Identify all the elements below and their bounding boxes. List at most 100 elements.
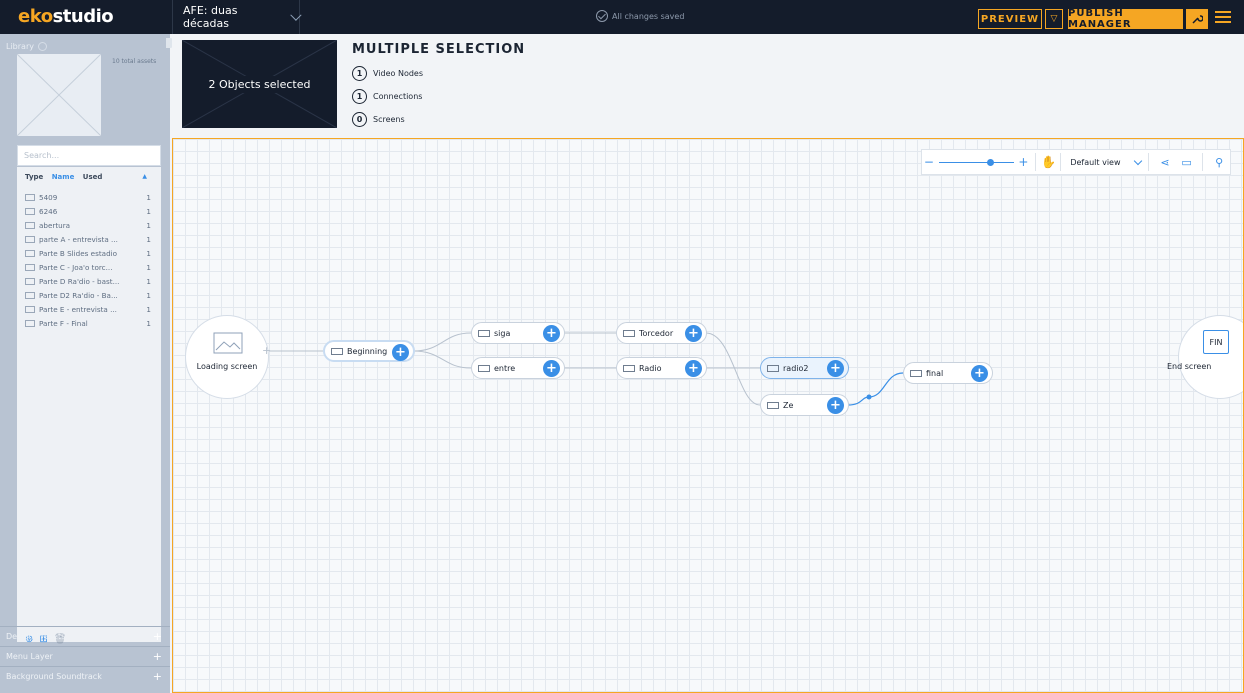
video-icon xyxy=(478,329,490,337)
expand-plus-icon[interactable]: + xyxy=(153,650,162,663)
add-branch-icon[interactable]: ⋖ xyxy=(1154,153,1176,171)
node-ze[interactable]: Ze + xyxy=(760,394,849,416)
asset-list-header: Type Name Used ▲ xyxy=(25,173,153,181)
asset-item[interactable]: 6246 1 xyxy=(25,205,153,217)
video-icon xyxy=(623,364,635,372)
end-screen-label: End screen xyxy=(1167,362,1212,371)
check-circle-icon xyxy=(596,10,608,22)
selection-count-text: 2 Objects selected xyxy=(204,75,315,93)
background-soundtrack-section[interactable]: Background Soundtrack + xyxy=(0,666,170,686)
selection-thumbnail: 2 Objects selected xyxy=(182,40,337,128)
node-siga[interactable]: siga + xyxy=(471,322,565,344)
story-graph-canvas[interactable]: − + ✋ Default view ⋖ ▭ ⚲ Loading screen … xyxy=(172,138,1244,693)
video-icon xyxy=(910,369,922,377)
help-icon[interactable] xyxy=(37,42,47,51)
node-final[interactable]: final + xyxy=(903,362,993,384)
add-node-button[interactable]: + xyxy=(543,360,560,377)
add-node-button[interactable]: + xyxy=(392,344,409,361)
video-icon xyxy=(767,364,779,372)
add-node-button[interactable]: + xyxy=(827,360,844,377)
chevron-down-icon xyxy=(289,9,301,21)
selection-properties-panel: 2 Objects selected MULTIPLE SELECTION 1V… xyxy=(172,34,1244,138)
video-icon xyxy=(623,329,635,337)
column-used[interactable]: Used xyxy=(83,173,103,181)
expand-plus-icon[interactable]: + xyxy=(153,630,162,643)
zoom-out-button[interactable]: − xyxy=(922,155,936,169)
search-icon[interactable]: ⚲ xyxy=(1208,153,1230,171)
node-radio2[interactable]: radio2 + xyxy=(760,357,849,379)
add-screen-icon[interactable]: ▭ xyxy=(1176,153,1198,171)
asset-item[interactable]: Parte B Slides estadio 1 xyxy=(25,247,153,259)
node-radio[interactable]: Radio + xyxy=(616,357,707,379)
divider xyxy=(1060,153,1062,171)
add-node-button[interactable]: + xyxy=(971,365,988,382)
library-sidebar: Library 10 total assets Search... Type N… xyxy=(0,34,170,693)
design-presets-section[interactable]: Design Presets + xyxy=(0,626,170,646)
selection-connections: 1 Connections xyxy=(352,89,422,104)
plus-connector-icon[interactable]: + xyxy=(262,344,271,357)
add-node-button[interactable]: + xyxy=(685,360,702,377)
video-icon xyxy=(25,235,35,243)
chevron-down-icon xyxy=(1133,156,1143,165)
zoom-in-button[interactable]: + xyxy=(1017,155,1031,169)
asset-item[interactable]: Parte E - entrevista ... 1 xyxy=(25,303,153,315)
divider xyxy=(1035,153,1037,171)
library-header: Library xyxy=(6,42,47,51)
add-node-button[interactable]: + xyxy=(827,397,844,414)
divider xyxy=(1202,153,1204,171)
add-node-button[interactable]: + xyxy=(543,325,560,342)
asset-item[interactable]: abertura 1 xyxy=(25,219,153,231)
wrench-icon[interactable] xyxy=(1186,9,1208,29)
ekostudio-logo[interactable]: ekostudio xyxy=(18,6,114,27)
add-node-button[interactable]: + xyxy=(685,325,702,342)
video-icon xyxy=(331,347,343,355)
view-select[interactable]: Default view xyxy=(1066,156,1143,167)
node-torcedor[interactable]: Torcedor + xyxy=(616,322,707,344)
video-icon xyxy=(767,401,779,409)
asset-item[interactable]: 5409 1 xyxy=(25,191,153,203)
zoom-slider-knob[interactable] xyxy=(986,158,994,166)
preview-dropdown-button[interactable]: ▽ xyxy=(1045,9,1063,29)
selection-screens: 0 Screens xyxy=(352,112,405,127)
zoom-slider[interactable] xyxy=(938,158,1014,166)
menu-layer-section[interactable]: Menu Layer + xyxy=(0,646,170,666)
project-name: AFE: duas décadas xyxy=(183,4,238,30)
asset-item[interactable]: Parte C - Joa'o torc... 1 xyxy=(25,261,153,273)
video-icon xyxy=(25,249,35,257)
top-bar: ekostudio AFE: duas décadas All changes … xyxy=(0,0,1244,34)
video-icon xyxy=(25,277,35,285)
node-entre[interactable]: entre + xyxy=(471,357,565,379)
total-assets-count: 10 total assets xyxy=(112,58,157,65)
sort-arrow-icon[interactable]: ▲ xyxy=(142,173,147,180)
video-icon xyxy=(25,263,35,271)
canvas-toolbar: − + ✋ Default view ⋖ ▭ ⚲ xyxy=(921,149,1231,175)
library-search-input[interactable]: Search... xyxy=(17,145,161,166)
asset-item[interactable]: Parte D Ra'dio - bast... 1 xyxy=(25,275,153,287)
loading-screen-label: Loading screen xyxy=(196,362,258,371)
video-icon xyxy=(478,364,490,372)
divider xyxy=(1148,153,1150,171)
project-selector[interactable]: AFE: duas décadas xyxy=(172,0,301,34)
pan-hand-icon[interactable]: ✋ xyxy=(1041,155,1056,169)
hamburger-menu-icon[interactable] xyxy=(1215,11,1231,25)
image-icon xyxy=(213,332,243,354)
library-preview-thumbnail xyxy=(16,53,102,137)
selection-video-nodes: 1 Video Nodes xyxy=(352,66,423,81)
expand-plus-icon[interactable]: + xyxy=(153,670,162,683)
node-beginning[interactable]: Beginning + xyxy=(323,340,415,362)
connections-layer xyxy=(269,332,904,406)
fin-badge: FIN xyxy=(1203,330,1229,354)
column-name[interactable]: Name xyxy=(52,173,75,181)
loading-screen-node[interactable]: Loading screen xyxy=(185,315,269,399)
video-icon xyxy=(25,305,35,313)
save-status: All changes saved xyxy=(596,10,684,22)
column-type[interactable]: Type xyxy=(25,173,43,181)
preview-button[interactable]: PREVIEW xyxy=(978,9,1042,29)
publish-manager-button[interactable]: PUBLISH MANAGER xyxy=(1068,8,1183,30)
selection-title: MULTIPLE SELECTION xyxy=(352,42,526,57)
asset-item[interactable]: Parte F - Final 1 xyxy=(25,317,153,329)
video-icon xyxy=(25,207,35,215)
video-icon xyxy=(25,291,35,299)
asset-item[interactable]: parte A - entrevista ... 1 xyxy=(25,233,153,245)
asset-item[interactable]: Parte D2 Ra'dio - Ba... 1 xyxy=(25,289,153,301)
